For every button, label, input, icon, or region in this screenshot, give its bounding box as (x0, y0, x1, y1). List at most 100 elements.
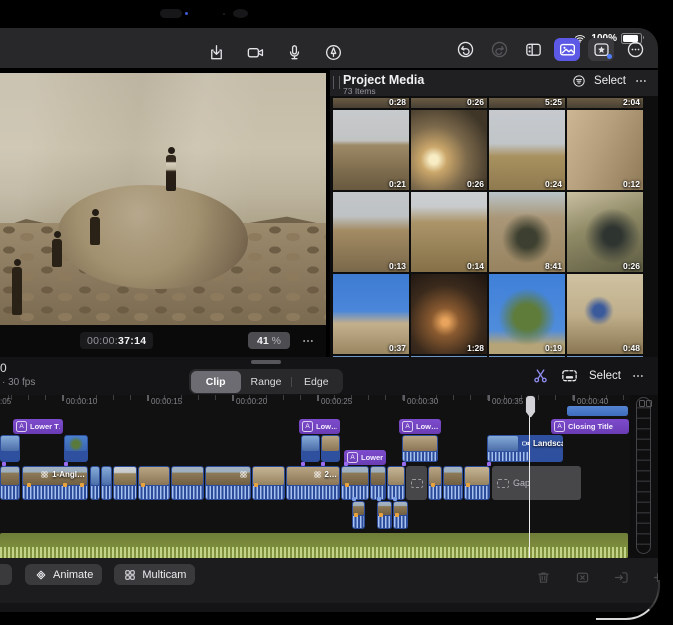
clip-thumbnail (1, 436, 19, 451)
media-thumbnail[interactable]: 0:26 (567, 192, 643, 272)
clip-thumbnail (488, 436, 518, 451)
media-thumbnail[interactable]: 0:26 (411, 98, 487, 108)
media-thumbnail[interactable]: 0:48 (567, 274, 643, 354)
clip-thumbnail (114, 467, 136, 485)
redo-button[interactable] (486, 38, 512, 61)
media-thumbnail[interactable]: 0:14 (411, 192, 487, 272)
viewer-controls: 00:00:37:14 41 % (0, 325, 326, 357)
import-button[interactable] (203, 41, 229, 64)
video-clip[interactable] (171, 466, 204, 500)
media-thumbnail[interactable]: 0:24 (489, 110, 565, 190)
inspector-button[interactable] (520, 38, 546, 61)
media-thumbnail[interactable]: 0:37 (333, 274, 409, 354)
connected-clip[interactable] (321, 435, 340, 462)
media-thumbnail[interactable]: 0:28 (333, 98, 409, 108)
media-select-button[interactable]: Select (594, 75, 626, 87)
pencil-button[interactable] (320, 41, 346, 64)
connection-dot (301, 462, 305, 466)
more-icon (626, 40, 645, 59)
title-clip[interactable]: AClosing Title (551, 419, 629, 434)
media-thumbnail[interactable]: 0:21 (333, 110, 409, 190)
video-clip[interactable]: 2… (286, 466, 340, 500)
multicam-button[interactable]: Multicam (114, 564, 195, 585)
video-clip[interactable] (0, 466, 20, 500)
connection-dot (402, 462, 406, 466)
connected-storyline-clip[interactable] (567, 406, 628, 416)
clip-label: 2… (313, 470, 337, 479)
gap-clip[interactable]: G (406, 466, 427, 500)
title-clip[interactable]: ALow… (399, 419, 441, 434)
media-thumbnail[interactable]: 0:12 (567, 110, 643, 190)
playhead-handle[interactable] (525, 395, 536, 418)
gap-clip[interactable]: Gap (492, 466, 581, 500)
media-thumbnail[interactable]: 0:19 (489, 274, 565, 354)
edit-action-icons (530, 566, 658, 589)
blade-tool-icon[interactable] (531, 366, 550, 385)
media-thumbnail[interactable]: 8:41 (489, 192, 565, 272)
timecode-display[interactable]: 00:00:37:14 (80, 332, 153, 349)
audio-track-clip[interactable] (0, 533, 628, 558)
insert-icon (613, 569, 630, 586)
trash-button[interactable] (530, 566, 556, 589)
clip-waveform (253, 486, 284, 499)
timeline-tracks[interactable]: 00:00:0500:00:1000:00:1500:00:2000:00:25… (0, 395, 658, 558)
video-clip[interactable] (205, 466, 251, 500)
connected-clip[interactable] (402, 435, 438, 462)
effects-button[interactable] (588, 38, 614, 61)
person-figure (90, 209, 100, 245)
video-clip[interactable] (387, 466, 405, 500)
video-clip[interactable] (113, 466, 137, 500)
mode-tab-clip[interactable]: Clip (191, 371, 241, 393)
track-height-scrollbar[interactable] (636, 397, 651, 554)
microphone-button[interactable] (281, 41, 307, 64)
connected-clip[interactable]: Landscap… (487, 435, 563, 462)
panel-drag-handle[interactable] (333, 76, 340, 89)
media-thumbnail[interactable]: 2:04 (567, 98, 643, 108)
media-more-icon[interactable] (634, 74, 648, 88)
filter-icon[interactable] (572, 74, 586, 88)
connected-clip[interactable] (64, 435, 88, 462)
insert-button[interactable] (608, 566, 634, 589)
mode-tab-range[interactable]: Range (241, 371, 291, 393)
timeline-overview-icon[interactable] (560, 366, 579, 385)
clip-marker (466, 483, 470, 487)
video-clip[interactable]: 1-Angl… (22, 466, 88, 500)
overwrite-button[interactable] (647, 566, 658, 589)
camera-button[interactable] (242, 41, 268, 64)
media-browser-button[interactable] (554, 38, 580, 61)
clip-thumbnail (102, 467, 111, 485)
zoom-level-control[interactable]: 41 % (248, 332, 290, 349)
undo-button[interactable] (452, 38, 478, 61)
cutoff-button[interactable] (0, 564, 12, 585)
ruler-tick-label: 00:00:15 (151, 397, 182, 406)
timeline-more-icon[interactable] (631, 369, 645, 383)
timeline-drag-handle[interactable] (251, 360, 281, 364)
duration-badge: 0:19 (545, 343, 562, 353)
more-button[interactable] (622, 38, 648, 61)
video-clip[interactable] (443, 466, 463, 500)
title-clip[interactable]: ALower T… (13, 419, 63, 434)
viewer-canvas[interactable] (0, 73, 326, 325)
connected-clip[interactable] (301, 435, 320, 462)
connected-clip[interactable] (0, 435, 20, 462)
title-clip[interactable]: ALower… (344, 450, 386, 465)
mode-tab-edge[interactable]: Edge (291, 371, 341, 393)
video-clip[interactable] (101, 466, 112, 500)
clip-waveform (488, 452, 528, 461)
animate-button[interactable]: Animate (25, 564, 102, 585)
split-clip-button[interactable] (569, 566, 595, 589)
media-thumbnail[interactable]: 1:28 (411, 274, 487, 354)
clip-thumbnail (371, 467, 385, 485)
viewer-more-icon[interactable] (301, 334, 315, 348)
video-clip[interactable] (370, 466, 386, 500)
playhead-line (529, 413, 531, 558)
media-thumbnail[interactable]: 0:26 (411, 110, 487, 190)
clip-thumbnail (388, 467, 404, 485)
clip-label: Landscap… (521, 439, 563, 448)
video-clip[interactable] (90, 466, 100, 500)
timeline-select-button[interactable]: Select (589, 370, 621, 382)
title-clip[interactable]: ALow… (299, 419, 340, 434)
ruler-tick (147, 395, 149, 401)
media-thumbnail[interactable]: 5:25 (489, 98, 565, 108)
media-thumbnail[interactable]: 0:13 (333, 192, 409, 272)
